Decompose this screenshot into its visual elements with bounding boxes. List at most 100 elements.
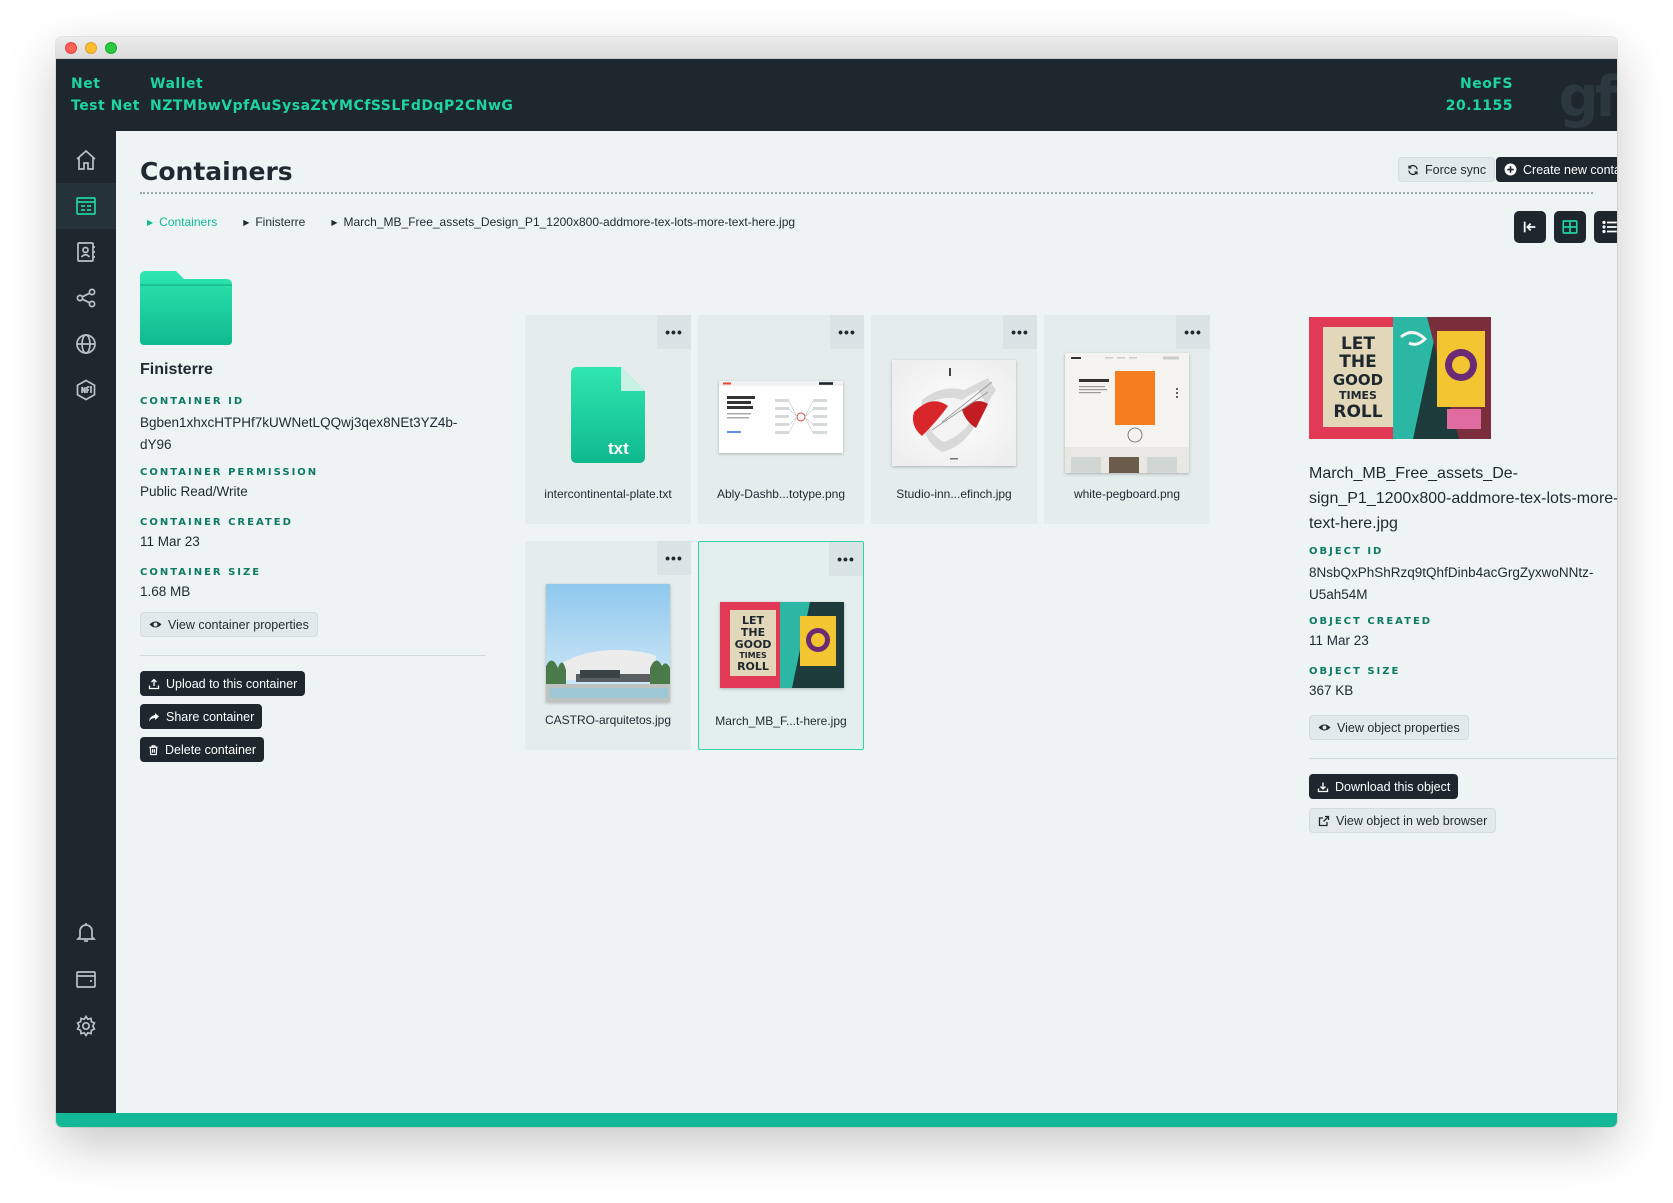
breadcrumb-item-container[interactable]: ▶ Finisterre bbox=[243, 215, 305, 229]
svg-text:TIMES: TIMES bbox=[1339, 389, 1377, 402]
svg-text:LET: LET bbox=[1341, 334, 1375, 354]
sync-icon bbox=[1408, 164, 1418, 175]
page-title: Containers bbox=[140, 157, 293, 186]
sidebar bbox=[56, 131, 116, 1113]
file-name: March_MB_F...t-here.jpg bbox=[715, 714, 847, 728]
folder-icon bbox=[140, 271, 232, 345]
sidebar-item-home[interactable] bbox=[56, 137, 116, 183]
file-name: Ably-Dashb...totype.png bbox=[716, 487, 846, 501]
plus-circle-icon bbox=[1504, 163, 1517, 176]
object-title: March_MB_Free_assets_De- sign_P1_1200x80… bbox=[1309, 461, 1617, 536]
more-options-button[interactable]: ••• bbox=[830, 315, 864, 349]
object-id-line: 8NsbQxPhShRzq9tQhfDinb4acGrgZyxwoNNtz- bbox=[1309, 565, 1594, 580]
sidebar-item-containers[interactable] bbox=[56, 183, 116, 229]
file-card[interactable]: ••• Studio-inn...efinch.jpg bbox=[871, 315, 1037, 524]
sidebar-item-wallet[interactable] bbox=[56, 956, 116, 1002]
pegboard-thumbnail bbox=[1065, 353, 1189, 473]
more-options-button[interactable]: ••• bbox=[657, 315, 691, 349]
container-id-label: CONTAINER ID bbox=[140, 396, 245, 407]
neofs-label: NeoFS bbox=[1460, 76, 1513, 92]
more-options-button[interactable]: ••• bbox=[1003, 315, 1037, 349]
bottom-accent-bar bbox=[56, 1113, 1617, 1127]
file-name: CASTRO-arquitetos.jpg bbox=[544, 713, 672, 727]
view-object-properties-label: View object properties bbox=[1337, 720, 1460, 735]
gf-logo: gf bbox=[1558, 65, 1617, 130]
minimize-window-button[interactable] bbox=[85, 42, 97, 54]
container-size-label: CONTAINER SIZE bbox=[140, 567, 262, 578]
container-id-line: Bgben1xhxcHTPHf7kUWNetLQQwj3qex8NEt3YZ4b… bbox=[140, 415, 458, 430]
file-name: Studio-inn...efinch.jpg bbox=[896, 487, 1012, 501]
window-titlebar bbox=[56, 37, 1617, 59]
eye-icon bbox=[149, 621, 162, 628]
open-in-browser-button[interactable]: View object in web browser bbox=[1309, 808, 1497, 833]
file-card[interactable]: ••• Ably-Dashb...totype.png bbox=[698, 315, 864, 524]
delete-container-label: Delete container bbox=[165, 742, 257, 757]
right-divider bbox=[1309, 758, 1617, 759]
breadcrumb-item-containers[interactable]: ▶ Containers bbox=[147, 215, 217, 229]
file-card[interactable]: ••• CASTRO-arquitetos.jpg bbox=[525, 541, 691, 750]
zoom-window-button[interactable] bbox=[105, 42, 117, 54]
caret-right-icon: ▶ bbox=[331, 217, 338, 227]
file-name: intercontinental-plate.txt bbox=[544, 487, 672, 501]
wallet-label: Wallet bbox=[150, 76, 204, 92]
grid-view-button[interactable] bbox=[1554, 211, 1586, 243]
download-icon bbox=[1317, 782, 1329, 792]
neofs-value: 20.1155 bbox=[1445, 98, 1513, 114]
sidebar-item-nft[interactable] bbox=[56, 367, 116, 413]
file-card-selected[interactable]: ••• LET THE GOOD TIMES ROLL March_MB_F..… bbox=[698, 541, 864, 750]
file-card[interactable]: ••• txt intercontinental-plate.txt bbox=[525, 315, 691, 524]
force-sync-label: Force sync bbox=[1425, 162, 1487, 177]
file-card[interactable]: ••• white-pegboard.png bbox=[1044, 315, 1210, 524]
view-object-properties-button[interactable]: View object properties bbox=[1309, 715, 1469, 740]
share-container-button[interactable]: Share container bbox=[140, 704, 263, 729]
net-info: Net Test Net bbox=[71, 73, 140, 117]
view-container-properties-button[interactable]: View container properties bbox=[140, 612, 318, 637]
object-id-label: OBJECT ID bbox=[1309, 546, 1384, 557]
download-object-button[interactable]: Download this object bbox=[1309, 774, 1459, 799]
more-options-button[interactable]: ••• bbox=[657, 541, 691, 575]
contacts-icon bbox=[77, 242, 95, 262]
sidebar-item-settings[interactable] bbox=[56, 1003, 116, 1049]
share-container-label: Share container bbox=[166, 709, 255, 724]
more-options-button[interactable]: ••• bbox=[1176, 315, 1210, 349]
close-window-button[interactable] bbox=[65, 42, 77, 54]
container-created-value: 11 Mar 23 bbox=[140, 534, 200, 549]
more-options-button[interactable]: ••• bbox=[829, 542, 863, 576]
wallet-address: NZTMbwVpfAuSysaZtYMCfSSLFdDqP2CNwG bbox=[150, 98, 514, 114]
collapse-panel-button[interactable] bbox=[1514, 211, 1546, 243]
nft-icon bbox=[76, 379, 96, 401]
trash-icon bbox=[149, 744, 158, 755]
breadcrumb-item-object[interactable]: ▶ March_MB_Free_assets_Design_P1_1200x80… bbox=[331, 215, 795, 229]
sidebar-item-contacts[interactable] bbox=[56, 229, 116, 275]
breadcrumb-label: March_MB_Free_assets_Design_P1_1200x800-… bbox=[343, 215, 796, 229]
container-id-value: Bgben1xhxcHTPHf7kUWNetLQQwj3qex8NEt3YZ4b… bbox=[140, 412, 480, 456]
main-content: Containers Force sync Create new contain… bbox=[116, 131, 1617, 1113]
delete-container-button[interactable]: Delete container bbox=[140, 737, 265, 762]
svg-text:ROLL: ROLL bbox=[737, 660, 769, 673]
file-name: white-pegboard.png bbox=[1073, 487, 1181, 501]
containers-icon bbox=[76, 197, 96, 215]
share-icon bbox=[76, 288, 96, 308]
app-window: Net Test Net Wallet NZTMbwVpfAuSysaZtYMC… bbox=[56, 37, 1617, 1127]
neofs-balance: NeoFS 20.1155 bbox=[1446, 73, 1513, 117]
container-permission-value: Public Read/Write bbox=[140, 484, 248, 499]
eye-icon bbox=[1318, 724, 1331, 731]
create-container-button[interactable]: Create new container bbox=[1496, 157, 1617, 182]
sidebar-item-share[interactable] bbox=[56, 275, 116, 321]
top-bar: Net Test Net Wallet NZTMbwVpfAuSysaZtYMC… bbox=[56, 59, 1617, 131]
svg-text:GOOD: GOOD bbox=[1333, 371, 1383, 389]
force-sync-button[interactable]: Force sync bbox=[1398, 157, 1496, 182]
sidebar-item-globe[interactable] bbox=[56, 321, 116, 367]
svg-text:THE: THE bbox=[1339, 352, 1376, 372]
container-permission-label: CONTAINER PERMISSION bbox=[140, 467, 319, 478]
upload-button[interactable]: Upload to this container bbox=[140, 671, 306, 696]
sidebar-item-notifications[interactable] bbox=[56, 909, 116, 955]
wallet-icon bbox=[76, 971, 96, 988]
grid-icon bbox=[1562, 220, 1578, 234]
settings-icon bbox=[76, 1014, 96, 1038]
svg-text:TIMES: TIMES bbox=[739, 651, 767, 660]
list-view-button[interactable] bbox=[1594, 211, 1617, 243]
object-id-line: U5ah54M bbox=[1309, 587, 1368, 602]
view-container-properties-label: View container properties bbox=[168, 617, 309, 632]
container-name: Finisterre bbox=[140, 361, 213, 378]
